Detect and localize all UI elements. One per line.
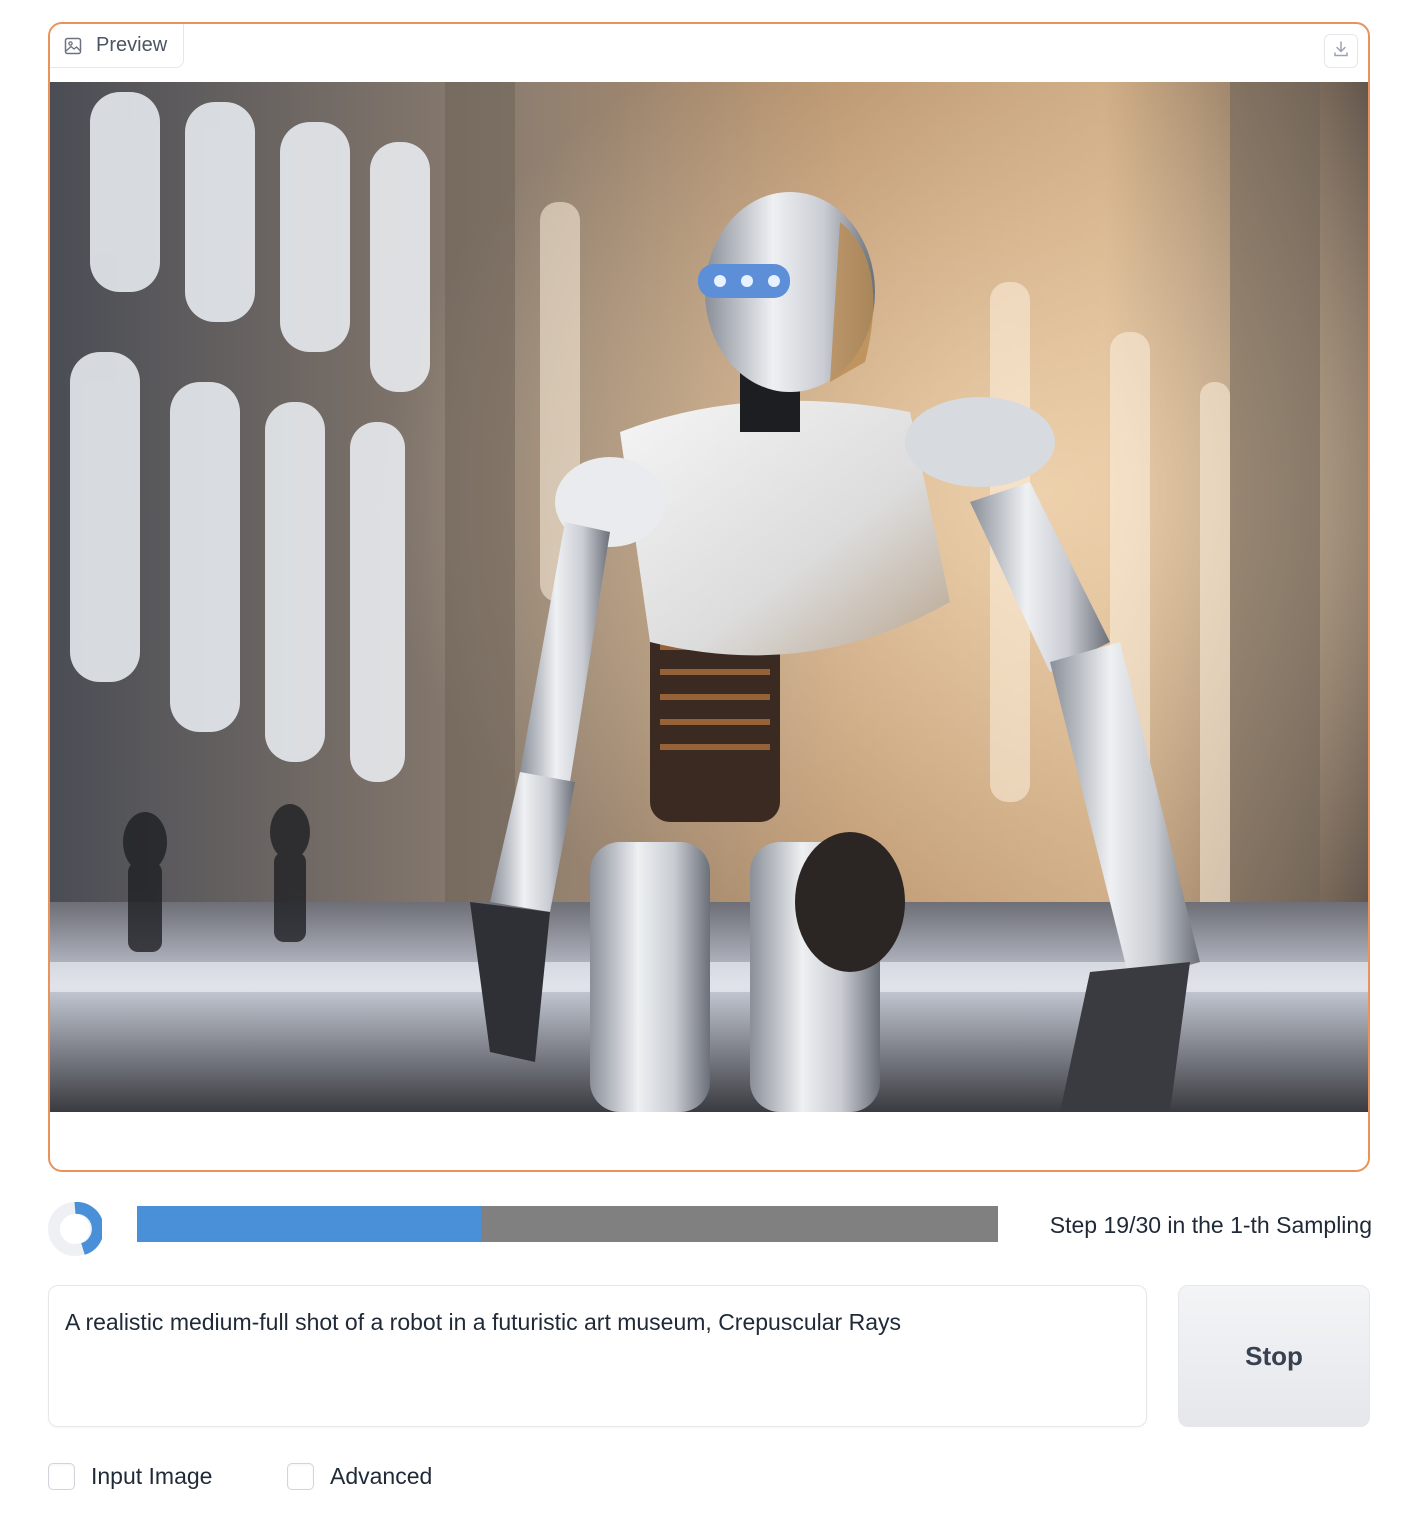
generated-image bbox=[50, 82, 1368, 1112]
preview-tab-label: Preview bbox=[50, 24, 184, 68]
robot-museum-image bbox=[50, 82, 1368, 1112]
app-root: Preview Step 19/30 in the 1-th Sampling … bbox=[0, 0, 1404, 1514]
advanced-checkbox[interactable] bbox=[287, 1462, 314, 1490]
progress-bar-fill bbox=[137, 1206, 482, 1242]
preview-label-text: Preview bbox=[96, 34, 168, 56]
download-icon bbox=[1332, 40, 1350, 63]
loading-spinner-icon bbox=[48, 1201, 104, 1256]
stop-button[interactable]: Stop bbox=[1178, 1285, 1370, 1427]
download-button[interactable] bbox=[1324, 34, 1358, 68]
progress-bar bbox=[137, 1206, 998, 1242]
advanced-label: Advanced bbox=[330, 1462, 433, 1489]
progress-status-text: Step 19/30 in the 1-th Sampling bbox=[1049, 1212, 1372, 1238]
input-image-label: Input Image bbox=[91, 1462, 213, 1489]
input-image-option[interactable]: Input Image bbox=[48, 1460, 212, 1492]
image-icon bbox=[64, 37, 82, 55]
advanced-option[interactable]: Advanced bbox=[287, 1460, 432, 1492]
prompt-field[interactable] bbox=[48, 1285, 1147, 1427]
input-image-checkbox[interactable] bbox=[48, 1462, 75, 1490]
prompt-textarea[interactable] bbox=[49, 1286, 1146, 1426]
preview-panel: Preview bbox=[48, 22, 1370, 1172]
